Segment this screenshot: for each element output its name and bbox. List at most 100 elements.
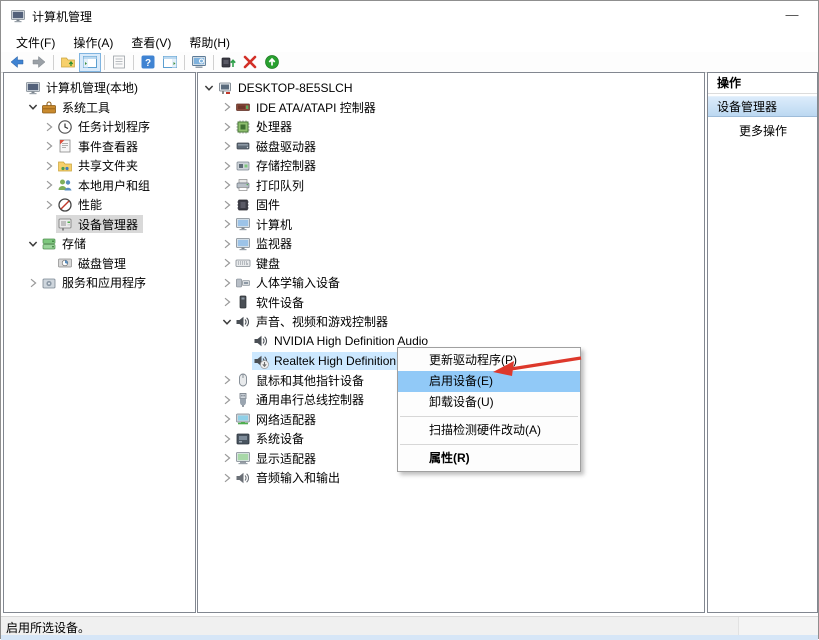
tree-row[interactable]: DESKTOP-8E5SLCH [198, 78, 704, 98]
menu-action[interactable]: 操作(A) [64, 32, 122, 53]
more-actions-button[interactable]: 更多操作 [708, 120, 817, 142]
toolbar-up-folder-button[interactable] [57, 53, 79, 72]
context-menu-item[interactable]: 属性(R) [398, 448, 580, 469]
tree-item[interactable]: 磁盘驱动器 [234, 137, 321, 155]
context-menu-item[interactable]: 扫描检测硬件改动(A) [398, 420, 580, 441]
chevron-right-icon[interactable] [220, 237, 234, 251]
tree-item[interactable]: 网络适配器 [234, 410, 321, 428]
tree-item[interactable]: 打印队列 [234, 176, 309, 194]
chevron-right-icon[interactable] [220, 100, 234, 114]
tree-row[interactable]: 服务和应用程序 [4, 273, 195, 293]
tree-item[interactable]: 性能 [56, 196, 107, 214]
tree-item[interactable]: 声音、视频和游戏控制器 [234, 313, 393, 331]
tree-item[interactable]: 计算机 [234, 215, 297, 233]
chevron-right-icon[interactable] [220, 295, 234, 309]
tree-item[interactable]: 磁盘管理 [56, 254, 131, 272]
menu-file[interactable]: 文件(F) [7, 32, 64, 53]
minimize-button[interactable]: — [777, 5, 807, 25]
chevron-right-icon[interactable] [220, 393, 234, 407]
chevron-right-icon[interactable] [220, 198, 234, 212]
tree-item[interactable]: 任务计划程序 [56, 118, 155, 136]
tree-row[interactable]: IDE ATA/ATAPI 控制器 [198, 98, 704, 118]
toolbar-list-sheet-button[interactable] [108, 53, 130, 72]
chevron-right-icon[interactable] [220, 373, 234, 387]
tree-row[interactable]: 人体学输入设备 [198, 273, 704, 293]
toolbar-remote-monitor-button[interactable] [188, 53, 210, 72]
tree-row[interactable]: 计算机管理(本地) [4, 78, 195, 98]
tree-item[interactable]: IDE ATA/ATAPI 控制器 [234, 98, 381, 116]
chevron-right-icon[interactable] [220, 178, 234, 192]
chevron-right-icon[interactable] [220, 217, 234, 231]
actions-selected-item[interactable]: 设备管理器 [708, 96, 817, 117]
tree-item[interactable]: 键盘 [234, 254, 285, 272]
chevron-right-icon[interactable] [220, 412, 234, 426]
tree-item[interactable]: 存储控制器 [234, 157, 321, 175]
tree-row[interactable]: 键盘 [198, 254, 704, 274]
status-resize-grip[interactable] [738, 617, 818, 635]
tree-item[interactable]: 设备管理器 [56, 215, 143, 233]
tree-item[interactable]: 本地用户和组 [56, 176, 155, 194]
menu-help[interactable]: 帮助(H) [180, 32, 239, 53]
menu-view[interactable]: 查看(V) [122, 32, 180, 53]
chevron-down-icon[interactable] [26, 100, 40, 114]
chevron-right-icon[interactable] [26, 276, 40, 290]
context-menu-item[interactable]: 卸载设备(U) [398, 392, 580, 413]
tree-item[interactable]: 人体学输入设备 [234, 274, 345, 292]
toolbar-action-pane-button[interactable] [159, 53, 181, 72]
chevron-right-icon[interactable] [220, 120, 234, 134]
chevron-down-icon[interactable] [220, 315, 234, 329]
tree-item[interactable]: 事件查看器 [56, 137, 143, 155]
tree-row[interactable]: 磁盘驱动器 [198, 137, 704, 157]
tree-item[interactable]: 通用串行总线控制器 [234, 391, 369, 409]
chevron-down-icon[interactable] [202, 81, 216, 95]
tree-item[interactable]: 存储 [40, 235, 91, 253]
tree-item[interactable]: 系统工具 [40, 98, 115, 116]
tree-item[interactable]: 系统设备 [234, 430, 309, 448]
chevron-right-icon[interactable] [42, 159, 56, 173]
tree-row[interactable]: 本地用户和组 [4, 176, 195, 196]
tree-row[interactable]: 固件 [198, 195, 704, 215]
tree-item[interactable]: 计算机管理(本地) [24, 79, 143, 97]
tree-item[interactable]: 固件 [234, 196, 285, 214]
chevron-right-icon[interactable] [220, 159, 234, 173]
tree-row[interactable]: 监视器 [198, 234, 704, 254]
tree-row[interactable]: 磁盘管理 [4, 254, 195, 274]
tree-row[interactable]: 共享文件夹 [4, 156, 195, 176]
tree-row[interactable]: 打印队列 [198, 176, 704, 196]
chevron-right-icon[interactable] [220, 139, 234, 153]
toolbar-console-tree-button[interactable] [79, 53, 101, 72]
chevron-right-icon[interactable] [220, 432, 234, 446]
toolbar-help-button[interactable]: ? [137, 53, 159, 72]
tree-item[interactable]: 监视器 [234, 235, 297, 253]
tree-row[interactable]: 设备管理器 [4, 215, 195, 235]
tree-row[interactable]: 系统工具 [4, 98, 195, 118]
chevron-right-icon[interactable] [220, 276, 234, 290]
tree-item[interactable]: 音频输入和输出 [234, 469, 345, 487]
chevron-right-icon[interactable] [42, 178, 56, 192]
tree-item[interactable]: 软件设备 [234, 293, 309, 311]
tree-item[interactable]: DESKTOP-8E5SLCH [216, 79, 358, 97]
context-menu-item[interactable]: 更新驱动程序(P) [398, 350, 580, 371]
chevron-right-icon[interactable] [42, 198, 56, 212]
chevron-down-icon[interactable] [26, 237, 40, 251]
toolbar-enable-device-button[interactable] [217, 53, 239, 72]
chevron-right-icon[interactable] [42, 120, 56, 134]
tree-row[interactable]: 软件设备 [198, 293, 704, 313]
chevron-right-icon[interactable] [42, 139, 56, 153]
tree-item[interactable]: 共享文件夹 [56, 157, 143, 175]
tree-row[interactable]: 事件查看器 [4, 137, 195, 157]
tree-item[interactable]: 服务和应用程序 [40, 274, 151, 292]
chevron-right-icon[interactable] [220, 256, 234, 270]
tree-row[interactable]: 任务计划程序 [4, 117, 195, 137]
toolbar-back-button[interactable] [6, 53, 28, 72]
toolbar-forward-button[interactable] [28, 53, 50, 72]
tree-row[interactable]: 存储 [4, 234, 195, 254]
tree-row[interactable]: 处理器 [198, 117, 704, 137]
tree-item[interactable]: 显示适配器 [234, 449, 321, 467]
tree-row[interactable]: 声音、视频和游戏控制器 [198, 312, 704, 332]
chevron-right-icon[interactable] [220, 471, 234, 485]
toolbar-scan-up-button[interactable] [261, 53, 283, 72]
chevron-right-icon[interactable] [220, 451, 234, 465]
tree-row[interactable]: 计算机 [198, 215, 704, 235]
tree-row[interactable]: 存储控制器 [198, 156, 704, 176]
